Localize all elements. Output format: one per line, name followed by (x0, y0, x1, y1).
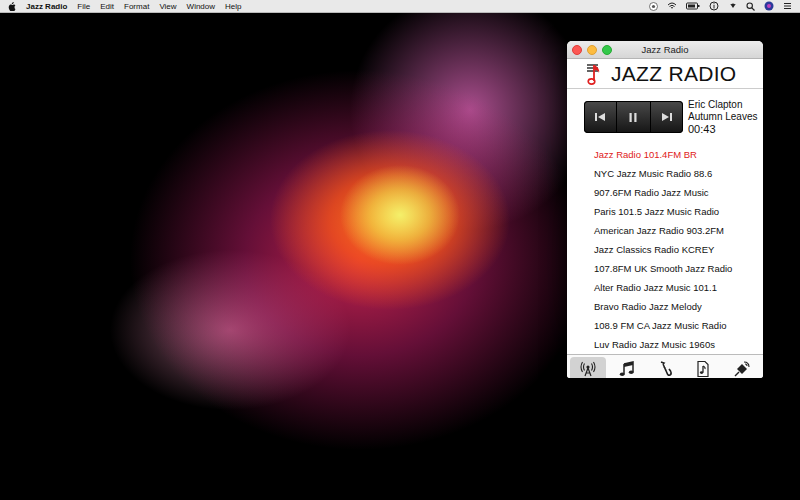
menu-item[interactable]: Window (187, 2, 215, 11)
station-name: Alter Radio Jazz Music 101.1 (594, 282, 717, 293)
track-label: Autumn Leaves (688, 111, 758, 123)
station-row[interactable]: Bravo Radio Jazz Melody (567, 297, 763, 316)
music-sheet-logo-icon (585, 62, 605, 86)
menu-bar: Jazz Radio File Edit Format View Window Help (0, 0, 800, 13)
wifi-icon[interactable] (667, 2, 677, 10)
search-icon[interactable] (746, 2, 755, 11)
close-button[interactable] (572, 45, 582, 55)
record-icon[interactable] (649, 2, 658, 11)
previous-button[interactable] (584, 101, 617, 133)
station-name: American Jazz Radio 903.2FM (594, 225, 724, 236)
station-name: Bravo Radio Jazz Melody (594, 301, 702, 312)
bottom-toolbar (567, 354, 763, 378)
player: Eric ClaptonAutumn Leaves00:43 (567, 89, 763, 145)
station-row[interactable]: Luv Radio Jazz Music 1960s (567, 335, 763, 354)
station-row[interactable]: Alter Radio Jazz Music 101.1 (567, 278, 763, 297)
app-window: Jazz Radio JAZZ RADIO Eric ClaptonAutumn L… (567, 41, 763, 378)
radio-tab[interactable] (570, 357, 606, 378)
music-tab[interactable] (609, 357, 645, 378)
station-name: 108.9 FM CA Jazz Music Radio (594, 320, 727, 331)
station-row[interactable]: 107.8FM UK Smooth Jazz Radio (567, 259, 763, 278)
sax-tab[interactable] (647, 357, 683, 378)
satellite-tab[interactable] (724, 357, 760, 378)
notification-icon[interactable] (728, 2, 737, 11)
menu-item[interactable]: File (77, 2, 90, 11)
window-controls (572, 45, 612, 55)
artist-label: Eric Clapton (688, 99, 758, 111)
menu-item[interactable]: Help (225, 2, 241, 11)
menu-item[interactable]: Edit (100, 2, 114, 11)
minimize-button[interactable] (587, 45, 597, 55)
app-logo: JAZZ RADIO (567, 59, 763, 89)
music-icon (618, 360, 636, 378)
next-icon (661, 112, 673, 122)
file-tab[interactable] (685, 357, 721, 378)
app-menu[interactable]: Jazz Radio (26, 2, 67, 11)
station-row[interactable]: 108.9 FM CA Jazz Music Radio (567, 316, 763, 335)
station-name: Luv Radio Jazz Music 1960s (594, 339, 715, 350)
info-icon[interactable] (709, 1, 719, 11)
pause-icon (628, 112, 638, 123)
radio-icon (579, 360, 597, 378)
next-button[interactable] (651, 101, 683, 133)
previous-icon (594, 112, 606, 122)
station-name: Jazz Radio 101.4FM BR (594, 149, 697, 160)
satellite-icon (733, 360, 751, 378)
menu-list-icon[interactable] (783, 2, 792, 10)
station-name: 907.6FM Radio Jazz Music (594, 187, 709, 198)
station-name: 107.8FM UK Smooth Jazz Radio (594, 263, 732, 274)
menu-item[interactable]: View (159, 2, 176, 11)
zoom-button[interactable] (602, 45, 612, 55)
station-row[interactable]: Paris 101.5 Jazz Music Radio (567, 202, 763, 221)
battery-icon[interactable] (686, 2, 700, 10)
station-list: Jazz Radio 101.4FM BR NYC Jazz Music Radi… (567, 145, 763, 354)
station-row[interactable]: Jazz Radio 101.4FM BR (567, 145, 763, 164)
time-label: 00:43 (688, 123, 758, 135)
sax-icon (656, 360, 674, 378)
station-name: NYC Jazz Music Radio 88.6 (594, 168, 712, 179)
station-row[interactable]: Jazz Classics Radio KCREY (567, 240, 763, 259)
apple-icon[interactable] (8, 2, 16, 11)
play-pause-button[interactable] (617, 101, 650, 133)
siri-icon[interactable] (764, 1, 774, 11)
file-icon (694, 360, 712, 378)
logo-text: JAZZ RADIO (611, 62, 737, 86)
station-name: Jazz Classics Radio KCREY (594, 244, 714, 255)
station-row[interactable]: 907.6FM Radio Jazz Music (567, 183, 763, 202)
station-name: Paris 101.5 Jazz Music Radio (594, 206, 719, 217)
desktop: Jazz RadioFileEditFormatViewWindowHelpJa… (0, 0, 800, 500)
status-icons (649, 1, 792, 11)
station-row[interactable]: NYC Jazz Music Radio 88.6 (567, 164, 763, 183)
menu-item[interactable]: Format (124, 2, 149, 11)
playback-controls (584, 101, 683, 133)
title-bar[interactable]: Jazz Radio (567, 41, 763, 59)
station-row[interactable]: American Jazz Radio 903.2FM (567, 221, 763, 240)
now-playing: Eric ClaptonAutumn Leaves00:43 (688, 99, 758, 135)
